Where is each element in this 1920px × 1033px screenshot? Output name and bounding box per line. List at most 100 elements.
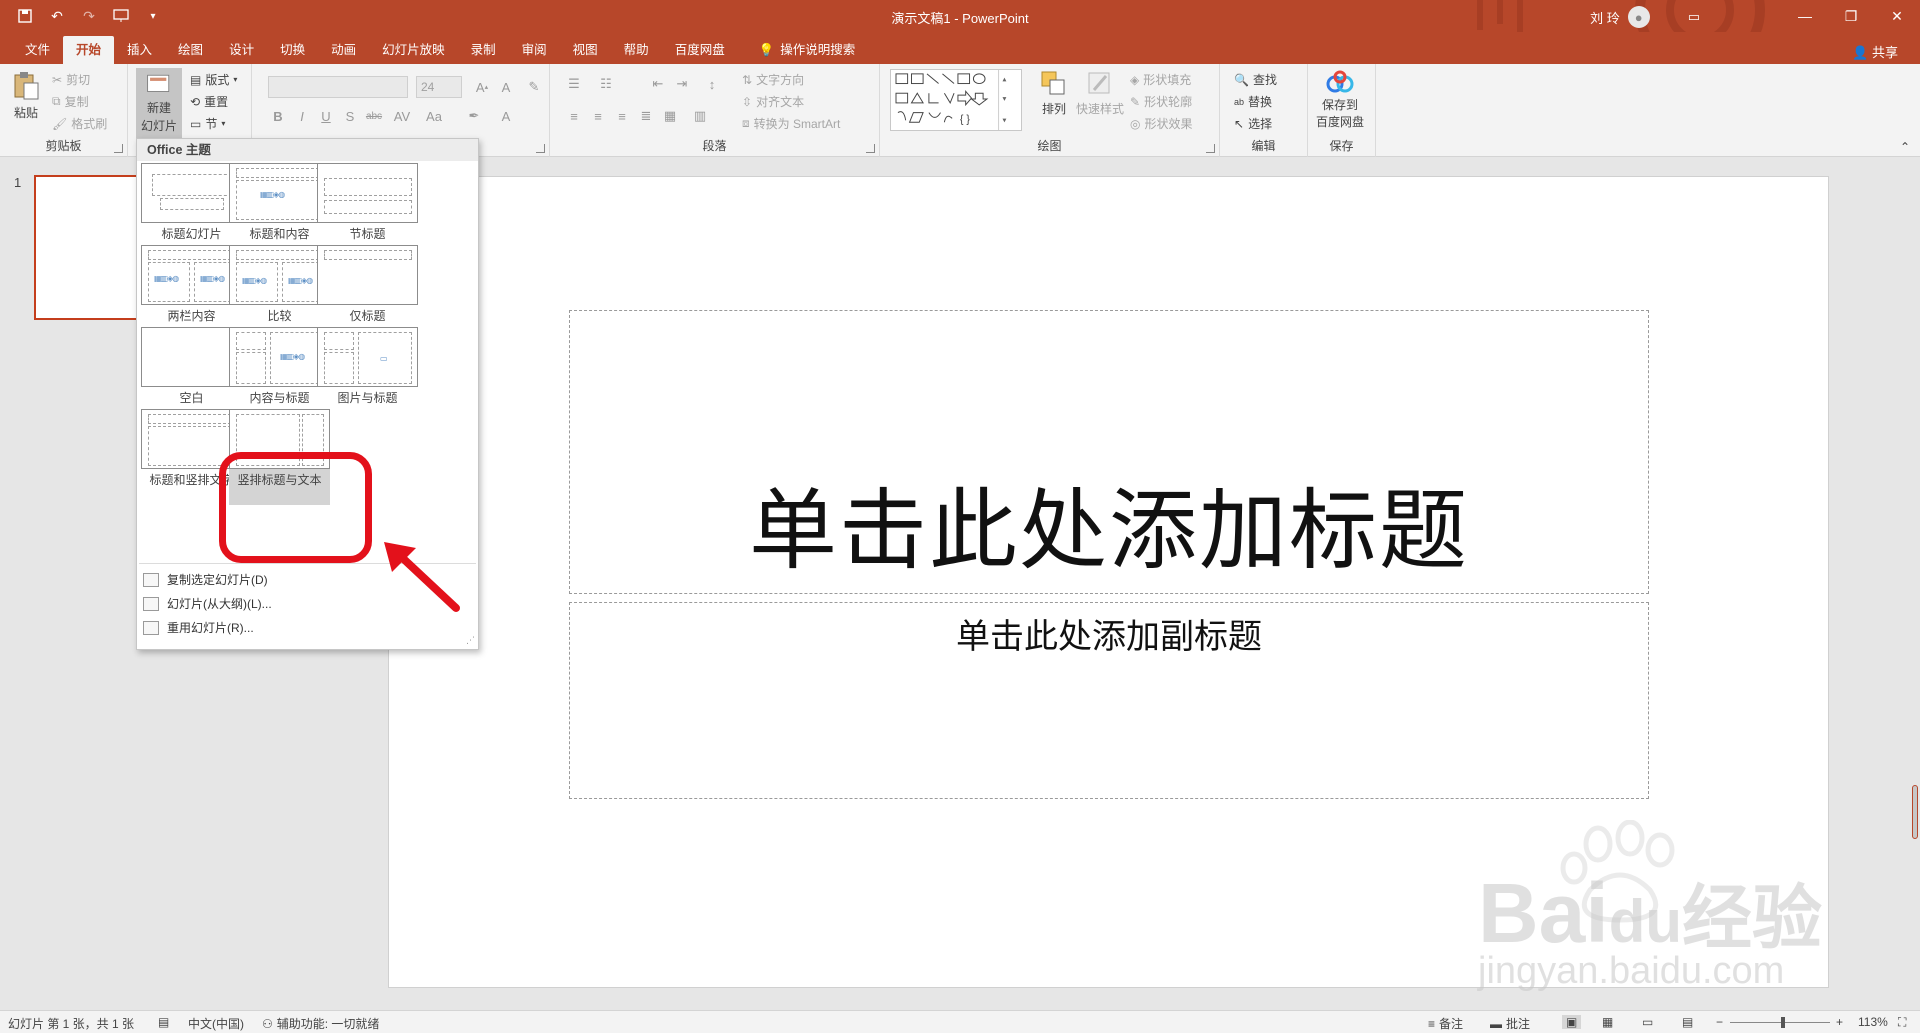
paragraph-launcher-icon[interactable] [866,144,875,153]
increase-font-icon[interactable]: A ▴ [472,77,492,97]
clear-formatting-icon[interactable]: ✎ [524,77,544,97]
resize-grip-icon[interactable]: ⋰ [466,635,475,646]
reset-button[interactable]: ⟲ 重置 [190,93,228,110]
paragraph-group: ☰ ☷ ⇤ ⇥ ↕ ≡ ≡ ≡ ≣ ▦ ▥ ⇅ 文字方向 ⇳ 对齐文本 ⧈ 转换为 S… [550,64,880,157]
avatar[interactable]: ● [1627,6,1650,28]
columns-icon[interactable]: ▥ [690,106,710,126]
font-color-icon[interactable]: A [496,106,516,126]
slides-from-outline-item[interactable]: 幻灯片(从大纲)(L)... [143,595,272,612]
reuse-slides-item[interactable]: 重用幻灯片(R)... [143,619,254,636]
tab-11[interactable]: 帮助 [611,36,662,64]
spell-check-icon[interactable]: ▤ [158,1015,169,1029]
zoom-slider-thumb[interactable] [1781,1017,1785,1028]
language-status[interactable]: 中文(中国) [188,1015,244,1032]
bold-icon[interactable]: B [268,106,288,126]
tab-12[interactable]: 百度网盘 [662,36,738,64]
restore-icon[interactable]: ❐ [1828,0,1874,32]
layout-option[interactable]: ▭ 图片与标题 [317,327,418,423]
bullets-icon[interactable]: ☰ [564,74,584,94]
subtitle-placeholder[interactable]: 单击此处添加副标题 [569,602,1649,799]
share-button[interactable]: 👤 共享 [1852,42,1898,61]
accessibility-status[interactable]: ⚇ 辅助功能: 一切就绪 [262,1015,379,1032]
user-area[interactable]: 刘 玲 ● ▭ [1590,6,1700,28]
duplicate-slide-item[interactable]: 复制选定幻灯片(D) [143,571,268,588]
tab-8[interactable]: 录制 [458,36,509,64]
italic-icon[interactable]: I [292,106,312,126]
section-button[interactable]: ▭ 节 ▾ [190,115,225,132]
tab-3[interactable]: 绘图 [165,36,216,64]
highlight-icon[interactable]: ✒ [464,106,484,126]
replace-button[interactable]: ab 替换 [1234,93,1272,110]
justify-icon[interactable]: ≣ [636,106,656,126]
shadow-icon[interactable]: S [340,106,360,126]
tab-1[interactable]: 开始 [63,36,115,64]
fit-slide-icon[interactable]: ⛶ [1898,1015,1906,1030]
select-button[interactable]: ↖ 选择 [1234,115,1272,132]
minimize-icon[interactable]: — [1782,0,1828,32]
smartart-button[interactable]: ⧈ 转换为 SmartArt [742,115,840,132]
shape-outline-button[interactable]: ✎ 形状轮廓 [1130,93,1192,110]
shape-effects-button[interactable]: ◎ 形状效果 [1130,115,1193,132]
tab-0[interactable]: 文件 [12,36,63,64]
title-placeholder[interactable]: 单击此处添加标题 [569,310,1649,594]
tab-7[interactable]: 幻灯片放映 [369,36,458,64]
slide-sorter-icon[interactable]: ▦ [1602,1015,1613,1029]
zoom-level[interactable]: 113% [1858,1015,1888,1029]
copy-button[interactable]: ⧉ 复制 [52,93,89,110]
tab-2[interactable]: 插入 [114,36,165,64]
font-launcher-icon[interactable] [536,144,545,153]
tab-5[interactable]: 切换 [267,36,318,64]
shape-fill-button[interactable]: ◈ 形状填充 [1130,71,1191,88]
clipboard-launcher-icon[interactable] [114,144,123,153]
font-size-field[interactable]: 24 [416,76,462,98]
underline-icon[interactable]: U [316,106,336,126]
scrollbar-thumb[interactable] [1912,785,1918,839]
collapse-ribbon-icon[interactable]: ⌃ [1900,140,1910,154]
reset-icon: ⟲ [190,94,201,109]
slideshow-icon[interactable]: ▤ [1682,1015,1693,1029]
paste-button[interactable]: 粘贴 [10,70,42,121]
new-slide-button[interactable]: 新建 幻灯片 [136,68,182,138]
text-direction-button[interactable]: ⇅ 文字方向 [742,71,804,88]
tab-4[interactable]: 设计 [216,36,267,64]
align-left-icon[interactable]: ≡ [564,106,584,126]
slide-thumbnail[interactable] [34,175,144,320]
format-painter-button[interactable]: 🖌 格式刷 [52,115,107,132]
reading-view-icon[interactable]: ▭ [1642,1015,1653,1029]
vertical-scrollbar[interactable] [1906,157,1920,1010]
align-center-icon[interactable]: ≡ [588,106,608,126]
align-text-button[interactable]: ⇳ 对齐文本 [742,93,804,110]
tab-10[interactable]: 视图 [560,36,611,64]
ribbon-display-options-icon[interactable]: ▭ [1688,9,1700,25]
cut-button[interactable]: ✂ 剪切 [52,71,90,88]
tab-9[interactable]: 审阅 [509,36,560,64]
character-spacing-icon[interactable]: AV [392,106,412,126]
layout-button[interactable]: ▤ 版式 ▾ [190,71,237,88]
accessibility-label: 辅助功能: 一切就绪 [276,1017,380,1031]
zoom-in-icon[interactable]: + [1836,1015,1843,1029]
zoom-out-icon[interactable]: − [1716,1015,1723,1029]
line-spacing-icon[interactable]: ↕ [702,74,722,94]
quick-styles-button[interactable]: 快速样式 [1076,70,1124,117]
tell-me-search[interactable]: 💡 操作说明搜索 [746,36,869,64]
decrease-font-icon[interactable]: A [496,77,516,97]
distributed-icon[interactable]: ▦ [660,106,680,126]
numbering-icon[interactable]: ☷ [596,74,616,94]
strikethrough-icon[interactable]: abc [364,106,384,126]
decrease-indent-icon[interactable]: ⇤ [648,74,668,94]
comments-button[interactable]: ▬ 批注 [1490,1015,1530,1032]
font-name-field[interactable] [268,76,408,98]
zoom-slider[interactable] [1730,1022,1830,1023]
drawing-launcher-icon[interactable] [1206,144,1215,153]
notes-button[interactable]: ≡ 备注 [1428,1015,1463,1032]
find-button[interactable]: 🔍 查找 [1234,71,1277,88]
change-case-icon[interactable]: Aa [424,106,444,126]
normal-view-icon[interactable]: ▣ [1562,1015,1582,1029]
align-right-icon[interactable]: ≡ [612,106,632,126]
tab-6[interactable]: 动画 [318,36,369,64]
arrange-button[interactable]: 排列 [1040,70,1068,117]
increase-indent-icon[interactable]: ⇥ [672,74,692,94]
shapes-gallery[interactable]: { } ▴ ▾ ▾ [890,69,1022,131]
close-icon[interactable]: ✕ [1874,0,1920,32]
save-to-baidu-button[interactable]: 保存到 百度网盘 [1316,70,1364,130]
